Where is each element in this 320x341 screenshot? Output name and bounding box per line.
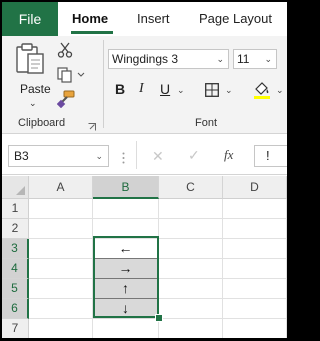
name-box[interactable]: B3 ⌄ [8,145,109,167]
chevron-down-icon: ⌄ [95,151,103,161]
chevron-down-icon[interactable]: ⌄ [276,85,284,96]
cell-d4[interactable] [223,259,287,279]
cut-button[interactable] [57,42,73,58]
cell-c1[interactable] [159,199,223,219]
fill-color-icon [254,82,270,99]
cell-a3[interactable] [29,239,93,259]
ribbon-tab-bar: File Home Insert Page Layout [2,2,287,36]
format-painter-button[interactable] [56,90,75,109]
tab-page-layout[interactable]: Page Layout [199,11,272,26]
cell-a5[interactable] [29,279,93,299]
copy-icon [57,67,85,83]
cell-b3[interactable]: ← [93,239,159,259]
underline-button[interactable]: U [160,81,170,97]
copy-button[interactable] [57,67,87,83]
cell-b5[interactable]: ↑ [93,279,159,299]
clipboard-paste-icon [16,43,44,74]
row-header-6[interactable]: 6 [2,299,29,319]
cell-d2[interactable] [223,219,287,239]
cell-d6[interactable] [223,299,287,319]
paste-button[interactable]: Paste ⌄ [14,42,52,110]
row-header-1[interactable]: 1 [2,199,29,219]
scissors-icon [57,42,73,58]
worksheet-grid: A B C D 1 2 3 4 5 6 7 ← → ↑ ↓ [2,176,287,338]
row-header-4[interactable]: 4 [2,259,29,279]
column-header-b[interactable]: B [93,176,159,199]
formula-input[interactable]: ! [254,145,287,167]
chevron-down-icon: ⌄ [264,54,272,64]
borders-button[interactable] [205,83,219,97]
select-all-button[interactable] [2,176,29,199]
dialog-launcher-icon[interactable] [88,118,96,131]
row-header-7[interactable]: 7 [2,319,29,338]
font-name-value: Wingdings 3 [112,52,179,66]
column-header-a[interactable]: A [29,176,93,199]
cancel-icon[interactable]: ✕ [152,148,164,165]
column-header-d[interactable]: D [223,176,287,199]
cell-b1[interactable] [93,199,159,219]
font-size-value: 11 [237,52,250,66]
cell-b7[interactable] [93,319,159,338]
paste-label: Paste [20,82,51,96]
chevron-down-icon[interactable]: ⌄ [29,98,37,109]
drag-handle-icon[interactable] [122,151,125,164]
excel-window: File Home Insert Page Layout Paste ⌄ Cli… [2,2,287,338]
cell-a7[interactable] [29,319,93,338]
column-header-c[interactable]: C [159,176,223,199]
cell-b4[interactable]: → [93,259,159,279]
cell-c4[interactable] [159,259,223,279]
chevron-down-icon[interactable]: ⌄ [177,85,185,96]
format-painter-icon [56,90,75,109]
chevron-down-icon: ⌄ [216,54,224,64]
cell-a6[interactable] [29,299,93,319]
cell-d3[interactable] [223,239,287,259]
cell-b6[interactable]: ↓ [93,299,159,319]
ribbon-home: Paste ⌄ Clipboard Wingdings 3 ⌄ 11 ⌄ B I… [2,36,287,134]
font-size-dropdown[interactable]: 11 ⌄ [233,49,277,69]
font-group-label: Font [195,117,218,129]
ribbon-separator [103,40,104,128]
cell-c2[interactable] [159,219,223,239]
cell-a1[interactable] [29,199,93,219]
formula-bar: B3 ⌄ ✕ ✓ fx ! [2,134,287,175]
select-all-triangle-icon [16,186,25,195]
tab-home[interactable]: Home [72,11,108,26]
chevron-down-icon[interactable]: ⌄ [225,85,233,96]
cell-a2[interactable] [29,219,93,239]
cell-d7[interactable] [223,319,287,338]
cell-c5[interactable] [159,279,223,299]
fill-handle[interactable] [155,314,163,322]
font-name-dropdown[interactable]: Wingdings 3 ⌄ [108,49,229,69]
bold-button[interactable]: B [115,81,125,97]
enter-icon[interactable]: ✓ [188,147,200,164]
italic-button[interactable]: I [139,81,144,97]
cell-d1[interactable] [223,199,287,219]
row-header-2[interactable]: 2 [2,219,29,239]
cell-a4[interactable] [29,259,93,279]
cell-c3[interactable] [159,239,223,259]
row-header-3[interactable]: 3 [2,239,29,259]
fill-color-button[interactable] [252,80,272,100]
formula-bar-divider [136,141,137,169]
cell-b2[interactable] [93,219,159,239]
row-header-5[interactable]: 5 [2,279,29,299]
insert-function-button[interactable]: fx [224,147,233,163]
name-box-value: B3 [14,149,29,163]
cell-d5[interactable] [223,279,287,299]
tab-file[interactable]: File [2,2,58,36]
cell-c6[interactable] [159,299,223,319]
tab-home-indicator [71,31,113,34]
cell-c7[interactable] [159,319,223,338]
tab-insert[interactable]: Insert [137,11,170,26]
clipboard-group-label: Clipboard [18,117,66,129]
borders-icon [205,83,219,97]
